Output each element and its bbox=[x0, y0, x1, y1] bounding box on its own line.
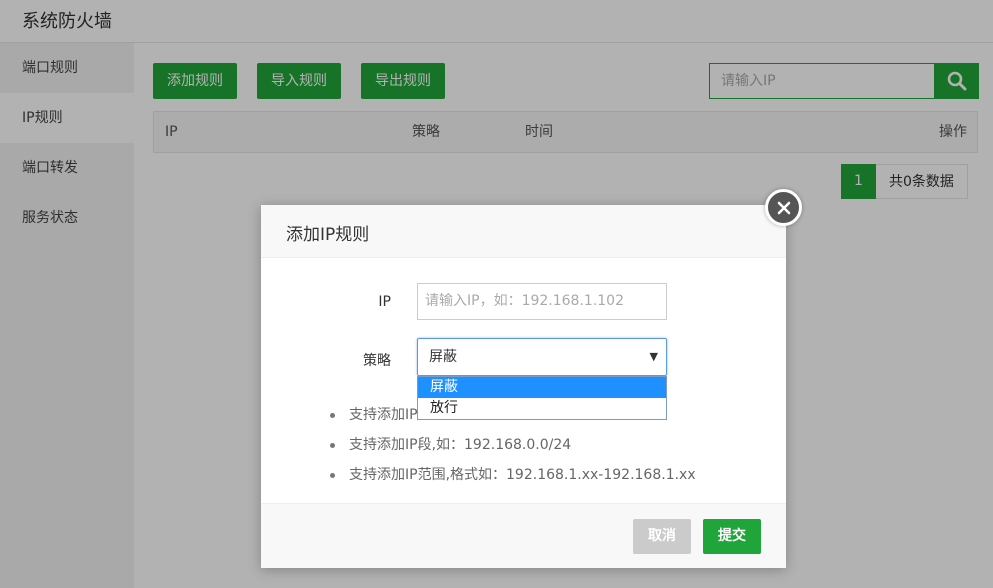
dropdown-arrow-icon: ▼ bbox=[649, 350, 658, 363]
ip-input[interactable]: 请输入IP，如：192.168.1.102 bbox=[417, 283, 667, 320]
dialog-footer: 取消 提交 bbox=[261, 503, 786, 568]
dialog-title: 添加IP规则 bbox=[286, 225, 370, 245]
add-ip-rule-dialog: 添加IP规则 IP 请输入IP，如：192.168.1.102 策略 屏蔽 ▼ … bbox=[261, 205, 786, 568]
policy-select[interactable]: 屏蔽 ▼ bbox=[417, 338, 667, 376]
close-icon bbox=[777, 201, 790, 214]
policy-select-value: 屏蔽 bbox=[429, 349, 457, 365]
tip-item: 支持添加IP范围,格式如：192.168.1.xx-192.168.1.xx bbox=[327, 460, 696, 490]
policy-dropdown-list: 屏蔽 放行 bbox=[417, 376, 667, 420]
option-allow[interactable]: 放行 bbox=[418, 398, 666, 419]
option-block[interactable]: 屏蔽 bbox=[418, 377, 666, 398]
tip-item: 支持添加IP段,如：192.168.0.0/24 bbox=[327, 430, 696, 460]
ip-label: IP bbox=[378, 294, 391, 310]
submit-button[interactable]: 提交 bbox=[703, 519, 761, 554]
cancel-button[interactable]: 取消 bbox=[633, 519, 691, 554]
close-dialog-button[interactable] bbox=[765, 189, 802, 226]
policy-label: 策略 bbox=[363, 353, 391, 369]
dialog-header: 添加IP规则 bbox=[261, 205, 786, 258]
